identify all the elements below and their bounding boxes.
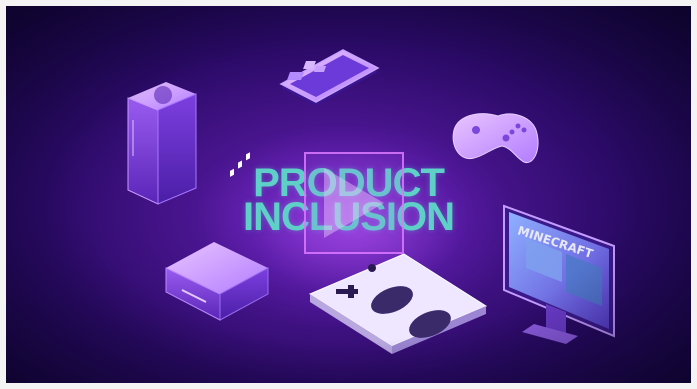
phone: [279, 49, 380, 106]
play-button[interactable]: [304, 152, 404, 254]
game-controller: [452, 113, 539, 164]
play-icon: [324, 168, 384, 238]
video-player[interactable]: MINECRAFT PRODUCT INCLUSION: [6, 6, 691, 383]
video-frame: MINECRAFT PRODUCT INCLUSION: [0, 0, 697, 389]
adaptive-controller: [308, 253, 488, 354]
